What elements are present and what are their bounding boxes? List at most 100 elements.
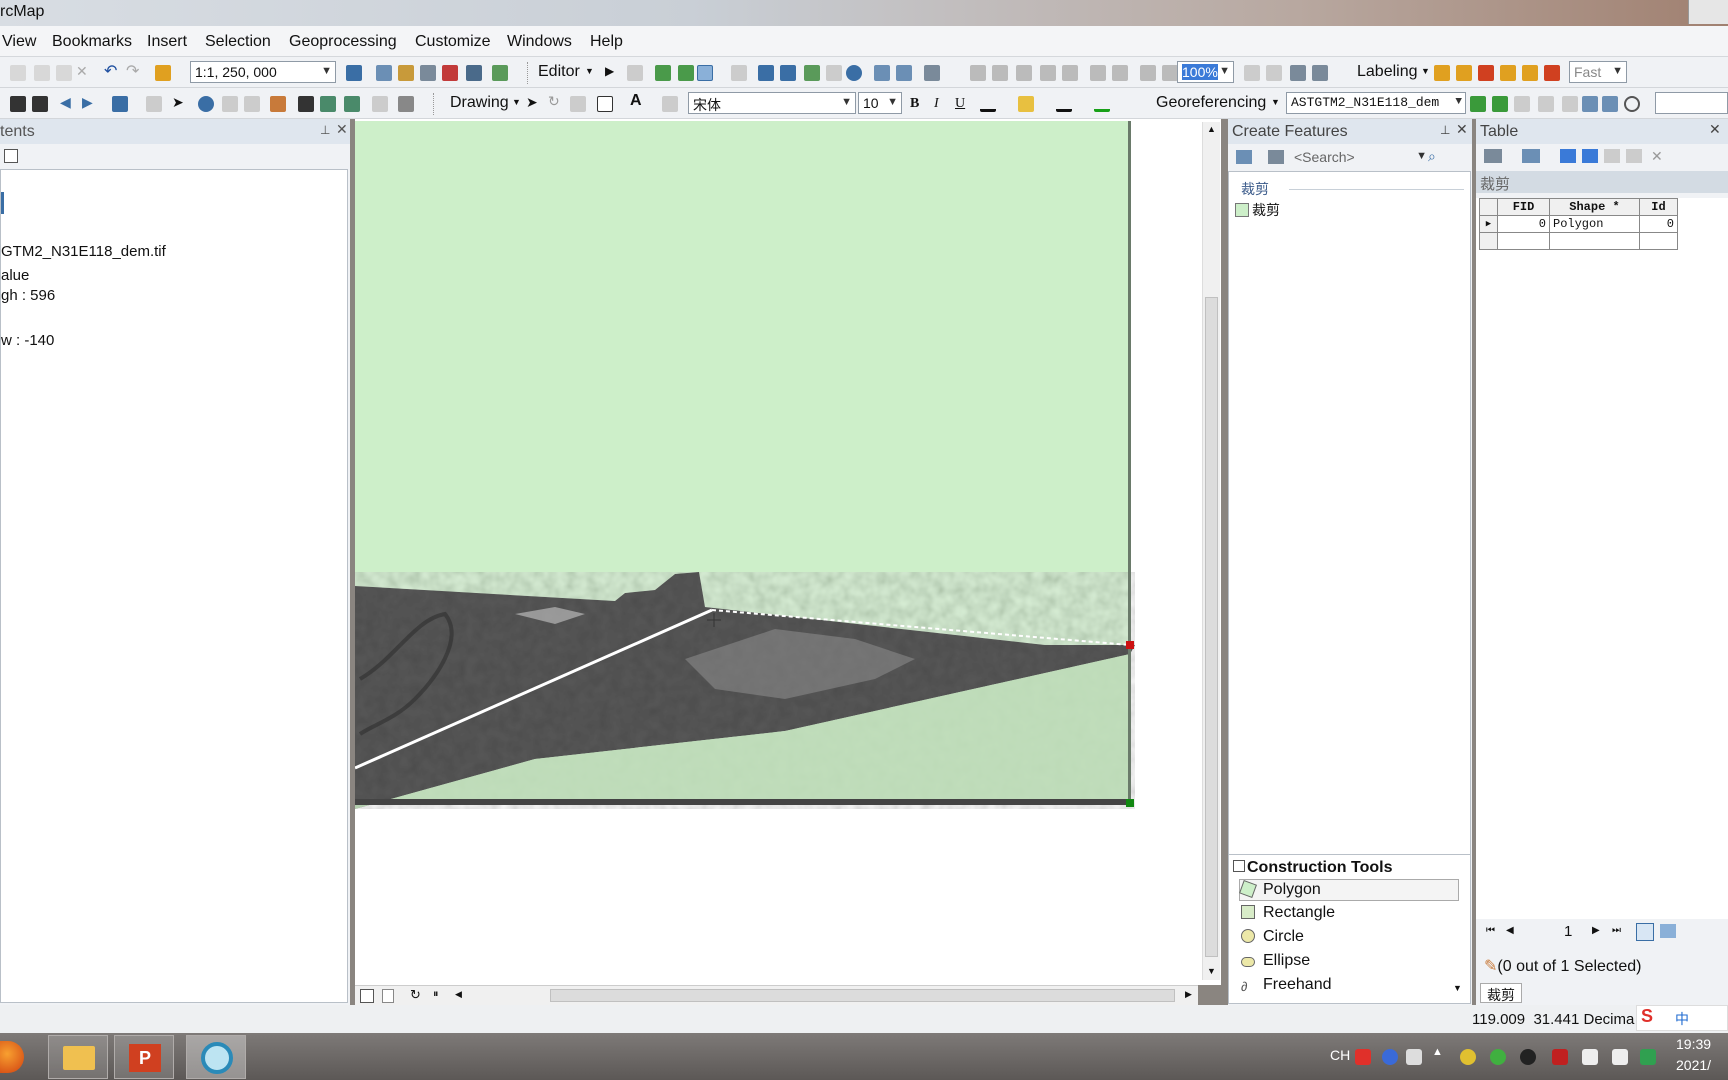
record-number[interactable]: 1 xyxy=(1564,923,1572,940)
italic-button[interactable]: I xyxy=(934,96,939,112)
convert-graphics-icon[interactable] xyxy=(662,96,678,112)
paste-icon[interactable] xyxy=(56,65,72,81)
catalog-icon[interactable] xyxy=(398,65,414,81)
data-driven-pages-icon[interactable] xyxy=(1312,65,1328,81)
label-quality-combo[interactable]: Fast ▼ xyxy=(1569,61,1627,83)
measure-icon[interactable] xyxy=(270,96,286,112)
georef-input-box[interactable] xyxy=(1655,92,1728,114)
table-cell[interactable] xyxy=(1549,232,1640,250)
pin-icon[interactable]: ⊥ xyxy=(320,123,330,137)
clear-selection-icon[interactable] xyxy=(146,96,162,112)
next-record-icon[interactable]: ▶ xyxy=(1592,925,1600,936)
close-icon[interactable]: ✕ xyxy=(1709,121,1721,138)
scroll-right-icon[interactable]: ▶ xyxy=(1185,989,1192,1000)
table-row[interactable]: ▶ 0 Polygon 0 xyxy=(1479,215,1678,233)
viewer-window-icon[interactable] xyxy=(1602,96,1618,112)
table-cell[interactable]: 0 xyxy=(1639,215,1678,233)
focus-data-frame-icon[interactable] xyxy=(1266,65,1282,81)
view-link-table-icon[interactable] xyxy=(1582,96,1598,112)
tool-ellipse[interactable]: Ellipse xyxy=(1241,952,1310,970)
font-combo[interactable]: 宋体 ▼ xyxy=(688,92,856,114)
underline-button[interactable]: U xyxy=(955,96,965,112)
view-unplaced-labels-icon[interactable] xyxy=(1500,65,1516,81)
file-explorer-button[interactable] xyxy=(48,1035,108,1079)
organize-templates-icon[interactable] xyxy=(1236,150,1252,164)
fixed-zoom-out-icon[interactable] xyxy=(1112,65,1128,81)
create-viewer-icon[interactable] xyxy=(398,96,414,112)
ime-mode[interactable]: 中 xyxy=(1675,1009,1689,1029)
drawing-menu[interactable]: Drawing xyxy=(450,94,509,112)
toggle-draft-icon[interactable] xyxy=(1244,65,1260,81)
powerpoint-button[interactable]: P xyxy=(114,1035,174,1079)
scale-raster-icon[interactable] xyxy=(1562,96,1578,112)
related-tables-icon[interactable] xyxy=(1522,149,1540,163)
select-features-icon[interactable] xyxy=(112,96,128,112)
input-language[interactable]: CH xyxy=(1330,1047,1350,1063)
undo-icon[interactable]: ↶ xyxy=(104,61,120,80)
python-window-icon[interactable] xyxy=(466,65,482,81)
network-tray-icon[interactable] xyxy=(1582,1049,1598,1065)
html-popup-icon[interactable] xyxy=(222,96,238,112)
pause-icon[interactable]: ⏸ xyxy=(433,988,439,1001)
first-record-icon[interactable]: ⏮ xyxy=(1486,925,1495,936)
table-bottom-tab[interactable]: 裁剪 xyxy=(1480,983,1522,1003)
label-priority-icon[interactable] xyxy=(1522,65,1538,81)
straight-segment-icon[interactable] xyxy=(655,65,671,81)
select-by-attributes-icon[interactable] xyxy=(1560,149,1576,163)
wechat-tray-icon[interactable] xyxy=(1490,1049,1506,1065)
georef-layer-combo[interactable]: ASTGTM2_N31E118_dem ▼ xyxy=(1286,92,1466,114)
viewer-icon[interactable] xyxy=(372,96,388,112)
switch-selection-icon[interactable] xyxy=(1582,149,1598,163)
add-data-icon[interactable] xyxy=(155,65,171,81)
close-icon[interactable]: ✕ xyxy=(1456,121,1468,138)
row-selector[interactable] xyxy=(1479,232,1498,250)
font-size-combo[interactable]: 10 ▼ xyxy=(858,92,902,114)
shift-raster-icon[interactable] xyxy=(1538,96,1554,112)
arcmap-button[interactable] xyxy=(186,1035,246,1079)
zoom-to-element-icon[interactable] xyxy=(570,96,586,112)
menu-selection[interactable]: Selection xyxy=(205,33,271,51)
window-button[interactable] xyxy=(1688,0,1728,24)
delete-icon[interactable]: ✕ xyxy=(76,63,92,79)
column-header[interactable]: Id xyxy=(1639,198,1678,216)
template-properties-icon[interactable] xyxy=(1268,150,1284,164)
volume-tray-icon[interactable] xyxy=(1612,1049,1628,1065)
row-selector[interactable]: ▶ xyxy=(1479,215,1498,233)
tool-circle[interactable]: Circle xyxy=(1241,928,1304,946)
previous-extent-icon[interactable] xyxy=(1140,65,1156,81)
trace-icon[interactable] xyxy=(678,65,694,81)
help-tray-icon[interactable] xyxy=(1382,1049,1398,1065)
attributes-icon[interactable] xyxy=(874,65,890,81)
fixed-extent-icon[interactable] xyxy=(32,96,48,112)
template-search[interactable]: <Search> ▼ xyxy=(1290,147,1430,169)
edit-annotation-icon[interactable] xyxy=(627,65,643,81)
add-control-points-icon[interactable] xyxy=(1470,96,1486,112)
clock-time[interactable]: 19:39 xyxy=(1676,1036,1711,1052)
georeferencing-menu[interactable]: Georeferencing xyxy=(1156,94,1266,112)
table-cell[interactable] xyxy=(1497,232,1550,250)
table-row-new[interactable] xyxy=(1479,232,1678,250)
tool-freehand[interactable]: ∂ Freehand xyxy=(1241,976,1332,994)
sketch-tool-icon[interactable] xyxy=(697,65,713,81)
select-elements-icon[interactable]: ➤ xyxy=(172,94,188,110)
modelbuilder-icon[interactable] xyxy=(492,65,508,81)
menu-help[interactable]: Help xyxy=(590,33,623,51)
tool-rectangle[interactable]: Rectangle xyxy=(1241,904,1335,922)
column-header[interactable]: FID xyxy=(1497,198,1550,216)
font-color-icon[interactable] xyxy=(980,96,996,112)
tray-icon[interactable] xyxy=(1406,1049,1422,1065)
line-color-icon[interactable] xyxy=(1056,96,1072,112)
pause-labeling-icon[interactable] xyxy=(1478,65,1494,81)
scroll-left-icon[interactable]: ◀ xyxy=(455,989,462,1000)
next-extent-icon[interactable] xyxy=(1162,65,1178,81)
select-arrow-icon[interactable]: ➤ xyxy=(526,94,542,110)
copy-icon[interactable] xyxy=(34,65,50,81)
sogou-tray-icon[interactable] xyxy=(1355,1049,1371,1065)
lock-labels-icon[interactable] xyxy=(1456,65,1472,81)
layout-pan-icon[interactable] xyxy=(1016,65,1032,81)
data-view-icon[interactable] xyxy=(360,989,374,1003)
table-options-icon[interactable] xyxy=(1484,149,1502,163)
scroll-thumb[interactable] xyxy=(1205,297,1218,957)
firefox-icon[interactable] xyxy=(0,1041,24,1073)
point-icon[interactable] xyxy=(731,65,747,81)
